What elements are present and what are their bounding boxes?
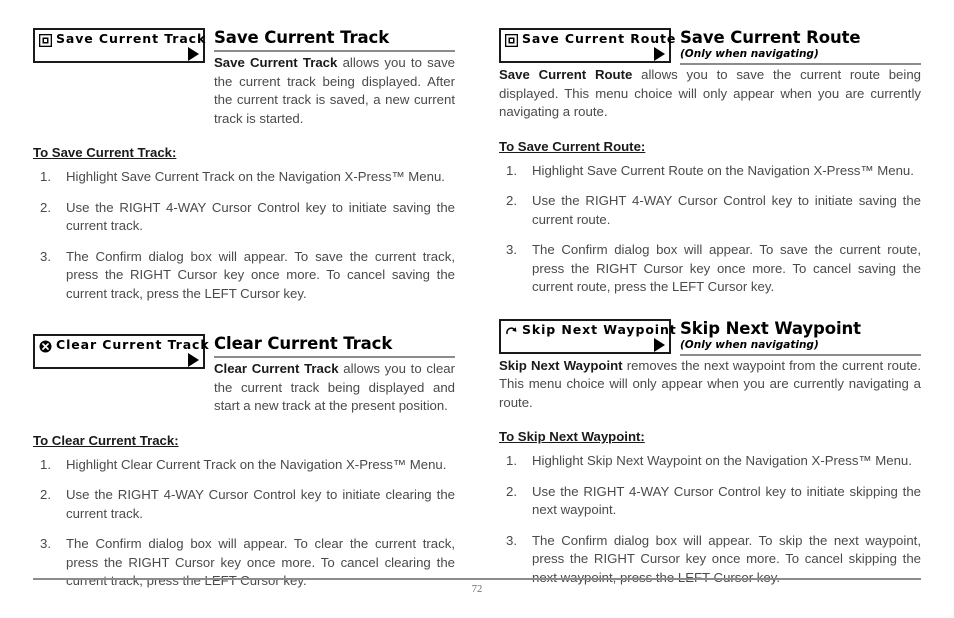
title-rule: [214, 50, 455, 52]
step-item: The Confirm dialog box will appear. To s…: [40, 248, 455, 301]
intro-bold-term: Clear Current Track: [214, 361, 339, 376]
step-item: Highlight Save Current Route on the Navi…: [506, 162, 914, 180]
right-triangle-icon: [654, 47, 665, 61]
section-skip-next-waypoint: Skip Next Waypoint Skip Next Waypoint (O…: [499, 318, 921, 588]
section-intro-line1: Save Current Track allows you to save th…: [214, 54, 455, 128]
intro-bold-term: Save Current Route: [499, 67, 633, 82]
menu-chip-save-current-track[interactable]: Save Current Track: [33, 28, 205, 63]
menu-chip-label-row: Skip Next Waypoint: [501, 321, 676, 338]
section-clear-current-track: Clear Current Track Clear Current Track …: [33, 334, 455, 591]
menu-chip-text: Save Current Route: [522, 31, 677, 46]
section-subtitle: (Only when navigating): [680, 338, 819, 351]
steps-heading: To Skip Next Waypoint:: [499, 429, 645, 444]
steps-heading-wrap: To Save Current Track:: [33, 128, 455, 162]
section-header: Save Current Route Save Current Route (O…: [499, 28, 921, 65]
skip-curved-arrow-icon: [505, 324, 518, 337]
steps-heading: To Save Current Track:: [33, 145, 177, 160]
two-column-body: Save Current Track Save Current Track Sa…: [33, 28, 921, 591]
menu-chip-text: Skip Next Waypoint: [522, 321, 677, 337]
menu-chip-skip-next-waypoint[interactable]: Skip Next Waypoint: [499, 318, 676, 354]
menu-chip-label-row: Save Current Route: [501, 30, 675, 47]
footer-rule: [33, 578, 921, 580]
section-intro-paragraph: Skip Next Waypoint removes the next wayp…: [499, 357, 921, 413]
document-page: Save Current Track Save Current Track Sa…: [0, 0, 954, 618]
title-rule: [680, 63, 921, 65]
step-item: Use the RIGHT 4-WAY Cursor Control key t…: [40, 199, 455, 234]
step-item: Use the RIGHT 4-WAY Cursor Control key t…: [506, 192, 921, 227]
section-intro-paragraph: Save Current Route allows you to save th…: [499, 66, 921, 122]
section-title-block: Save Current Track Save Current Track al…: [205, 28, 455, 128]
save-disk-icon: [38, 33, 53, 47]
menu-chip-text: Clear Current Track: [56, 337, 210, 352]
steps-list: Highlight Clear Current Track on the Nav…: [33, 456, 455, 591]
step-item: The Confirm dialog box will appear. To s…: [506, 241, 921, 294]
save-disk-icon: [504, 33, 519, 47]
steps-heading-wrap: To Clear Current Track:: [33, 416, 455, 450]
section-title-block: Skip Next Waypoint (Only when navigating…: [671, 319, 921, 356]
step-item: Highlight Clear Current Track on the Nav…: [40, 456, 447, 474]
step-item: Highlight Save Current Track on the Navi…: [40, 168, 445, 186]
steps-heading-wrap: To Skip Next Waypoint:: [499, 412, 921, 446]
section-save-current-track: Save Current Track Save Current Track Sa…: [33, 28, 455, 303]
steps-list: Highlight Save Current Track on the Navi…: [33, 168, 455, 303]
section-title: Skip Next Waypoint: [680, 318, 861, 338]
clear-x-circle-icon: [39, 340, 52, 353]
section-title-block: Save Current Route (Only when navigating…: [671, 28, 921, 65]
steps-heading: To Save Current Route:: [499, 138, 646, 154]
section-save-current-route: Save Current Route Save Current Route (O…: [499, 28, 921, 297]
right-column: Save Current Route Save Current Route (O…: [499, 28, 921, 591]
title-rule: [680, 353, 921, 356]
menu-chip-save-current-route[interactable]: Save Current Route: [499, 28, 675, 63]
intro-bold-term: Skip Next Waypoint: [499, 357, 623, 373]
left-column: Save Current Track Save Current Track Sa…: [33, 28, 455, 591]
section-title: Save Current Route: [680, 28, 861, 47]
section-header: Skip Next Waypoint Skip Next Waypoint (O…: [499, 318, 921, 356]
steps-heading: To Clear Current Track:: [33, 432, 179, 448]
section-subtitle: (Only when navigating): [680, 48, 819, 60]
page-number: 72: [471, 584, 483, 595]
step-item: Use the RIGHT 4-WAY Cursor Control key t…: [506, 483, 921, 518]
section-header: Clear Current Track Clear Current Track …: [33, 334, 455, 416]
intro-bold-term: Save Current Track: [214, 55, 338, 70]
menu-chip-label-row: Clear Current Track: [35, 336, 209, 353]
right-triangle-icon: [188, 353, 199, 367]
section-title: Clear Current Track: [214, 334, 393, 353]
step-item: The Confirm dialog box will appear. To c…: [40, 535, 455, 588]
section-intro-line1: Clear Current Track allows you to clear …: [214, 360, 455, 416]
steps-list: Highlight Save Current Route on the Navi…: [499, 162, 921, 297]
right-triangle-icon: [654, 337, 665, 352]
menu-chip-text: Save Current Track: [56, 31, 207, 46]
step-item: Use the RIGHT 4-WAY Cursor Control key t…: [40, 486, 455, 521]
section-header: Save Current Track Save Current Track Sa…: [33, 28, 455, 128]
section-title: Save Current Track: [214, 28, 390, 47]
section-title-block: Clear Current Track Clear Current Track …: [205, 334, 455, 416]
steps-list: Highlight Skip Next Waypoint on the Navi…: [499, 452, 921, 587]
title-rule: [214, 356, 455, 358]
right-triangle-icon: [188, 47, 199, 61]
steps-heading-wrap: To Save Current Route:: [499, 122, 921, 156]
menu-chip-clear-current-track[interactable]: Clear Current Track: [33, 334, 209, 369]
menu-chip-label-row: Save Current Track: [35, 30, 207, 47]
step-item: Highlight Skip Next Waypoint on the Navi…: [506, 452, 912, 470]
